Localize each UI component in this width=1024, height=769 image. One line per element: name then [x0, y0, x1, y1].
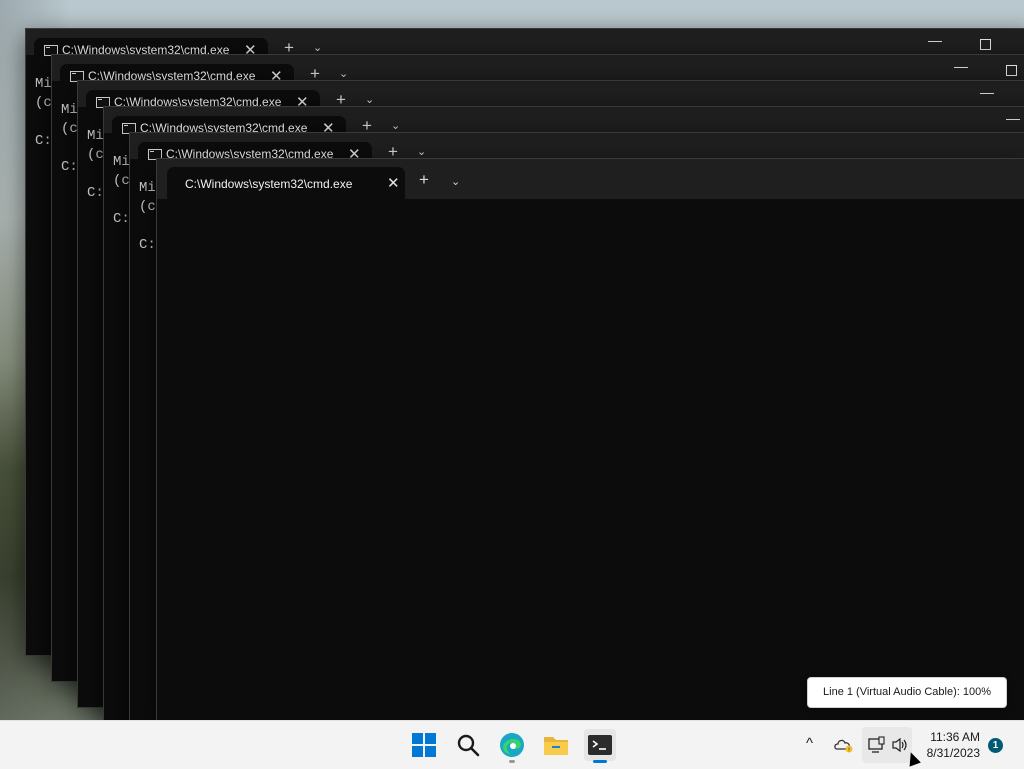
console-output: Mi (c C:: [61, 102, 78, 175]
console-output: Mi (c C:: [139, 180, 156, 253]
chevron-down-icon[interactable]: ⌄: [417, 145, 426, 158]
edge-running-indicator: [509, 760, 515, 763]
minimize-button[interactable]: —: [928, 32, 942, 48]
show-hidden-icons-chevron[interactable]: ^: [806, 735, 813, 752]
maximize-button[interactable]: [1006, 65, 1017, 76]
minimize-button[interactable]: —: [954, 58, 968, 74]
start-icon[interactable]: [408, 729, 440, 761]
notification-badge[interactable]: 1: [988, 738, 1003, 753]
network-icon[interactable]: [868, 736, 886, 759]
active-terminal-window[interactable]: C:\Windows\system32\cmd.exe ✕ + ⌄: [156, 158, 1024, 722]
chevron-down-icon[interactable]: ⌄: [451, 175, 460, 188]
console-output: Mi (c C:: [35, 76, 52, 149]
minimize-button[interactable]: —: [1006, 110, 1020, 126]
volume-tooltip: Line 1 (Virtual Audio Cable): 100%: [807, 677, 1007, 708]
clock-date: 8/31/2023: [926, 746, 980, 760]
tray-group[interactable]: [862, 727, 912, 763]
close-tab-icon[interactable]: ✕: [387, 174, 400, 192]
console-output: Mi (c C:: [87, 128, 104, 201]
terminal-running-indicator: [593, 760, 607, 763]
chevron-down-icon[interactable]: ⌄: [391, 119, 400, 132]
terminal-icon[interactable]: [584, 729, 616, 761]
maximize-button[interactable]: [980, 39, 991, 50]
terminal-content[interactable]: [157, 199, 1024, 721]
console-output: Mi (c C:: [113, 154, 130, 227]
minimize-button[interactable]: —: [980, 84, 994, 100]
active-terminal-tab[interactable]: C:\Windows\system32\cmd.exe ✕: [167, 167, 405, 199]
clock[interactable]: 11:36 AM 8/31/2023: [920, 729, 980, 761]
edge-icon[interactable]: [496, 729, 528, 761]
onedrive-warning-icon[interactable]: !: [830, 729, 858, 761]
search-icon[interactable]: [452, 729, 484, 761]
tab-title: C:\Windows\system32\cmd.exe: [185, 177, 353, 191]
taskbar: ^ ! 11:36 AM 8/31/2023 1: [0, 720, 1024, 769]
new-tab-button[interactable]: +: [419, 170, 429, 190]
chevron-down-icon[interactable]: ⌄: [313, 41, 322, 54]
chevron-down-icon[interactable]: ⌄: [339, 67, 348, 80]
svg-text:!: !: [848, 748, 850, 754]
clock-time: 11:36 AM: [930, 730, 980, 744]
chevron-down-icon[interactable]: ⌄: [365, 93, 374, 106]
file-explorer-icon[interactable]: [540, 729, 572, 761]
